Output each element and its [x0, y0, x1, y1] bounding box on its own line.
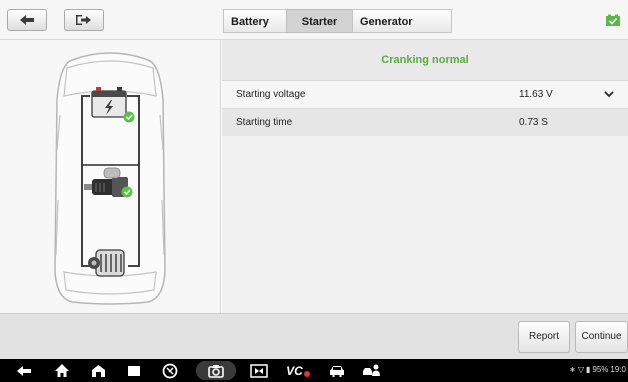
vehicle-diagram — [0, 40, 221, 313]
system-user-car-button[interactable] — [360, 361, 384, 380]
tab-generator[interactable]: Generator — [352, 9, 452, 33]
system-status: ∗ ▽ ▮ 95% 19:0 — [569, 365, 626, 374]
test-tabs: Battery Starter Generator — [223, 9, 452, 33]
exit-button[interactable] — [64, 9, 104, 31]
recent-apps-icon — [128, 365, 140, 376]
user-car-icon — [363, 364, 380, 376]
battery-percent: 95% — [592, 365, 609, 374]
system-vci-button[interactable]: VC — [284, 361, 312, 380]
home-icon — [55, 364, 69, 377]
vci-icon: VC — [286, 363, 303, 378]
camera-icon — [208, 364, 224, 378]
tab-starter[interactable]: Starter — [286, 9, 352, 33]
system-screen-record-button[interactable] — [248, 361, 270, 380]
expand-button[interactable] — [599, 91, 619, 98]
chevron-down-icon — [604, 91, 614, 98]
screen-record-icon — [250, 363, 268, 378]
system-recent-apps-button[interactable] — [124, 361, 144, 380]
result-value: 0.73 S — [519, 117, 548, 128]
battery-ok-icon — [123, 111, 135, 123]
system-home-button[interactable] — [52, 361, 72, 380]
system-car-button[interactable] — [326, 361, 348, 380]
system-browser-button[interactable] — [160, 361, 180, 380]
bluetooth-icon: ∗ — [569, 365, 576, 374]
battery-check-icon — [606, 14, 620, 26]
clock: 19:0 — [610, 365, 626, 374]
house-icon — [91, 364, 105, 377]
browser-icon — [162, 363, 178, 378]
report-button[interactable]: Report — [518, 321, 570, 353]
battery-icon — [91, 87, 127, 118]
continue-button[interactable]: Continue — [575, 321, 628, 353]
result-value: 11.63 V — [519, 89, 553, 100]
wifi-icon: ▽ — [577, 365, 584, 374]
system-back-button[interactable] — [14, 361, 34, 380]
back-icon — [17, 365, 31, 376]
car-icon — [330, 365, 344, 377]
starter-ok-icon — [121, 186, 133, 198]
test-result-panel: Cranking normal Starting voltage 11.63 V… — [222, 40, 628, 313]
system-house-button[interactable] — [88, 361, 108, 380]
test-status-title: Cranking normal — [222, 40, 628, 80]
back-arrow-icon — [20, 15, 34, 25]
system-camera-button[interactable] — [196, 361, 236, 380]
result-row-voltage[interactable]: Starting voltage 11.63 V — [222, 80, 628, 108]
result-label: Starting voltage — [236, 89, 306, 100]
top-toolbar: Battery Starter Generator — [0, 0, 628, 40]
exit-icon — [76, 15, 91, 25]
tab-battery[interactable]: Battery — [223, 9, 286, 33]
vehicle-circuit-diagram — [54, 52, 166, 305]
battery-icon: ▮ — [586, 365, 591, 374]
vci-error-badge — [303, 370, 310, 377]
system-navigation-bar: VC ∗ ▽ ▮ 95% 19:0 — [0, 359, 628, 382]
back-button[interactable] — [7, 9, 47, 31]
result-label: Starting time — [236, 117, 293, 128]
result-row-time[interactable]: Starting time 0.73 S — [222, 108, 628, 136]
action-bar: Report Continue — [0, 313, 628, 359]
